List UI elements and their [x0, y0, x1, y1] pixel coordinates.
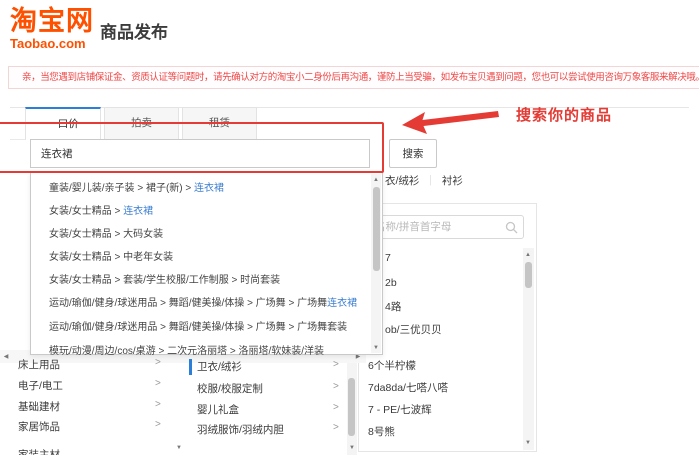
page-title: 商品发布: [100, 18, 168, 43]
taobao-logo[interactable]: 淘宝网 Taobao.com: [10, 8, 94, 50]
recent-category-link-1[interactable]: 衣/绒衫: [385, 175, 419, 187]
dropdown-scrollbar-thumb[interactable]: [373, 187, 380, 271]
tab-lease[interactable]: 租赁: [182, 107, 257, 140]
suggestion-highlight: 连衣裙: [327, 298, 357, 309]
chevron-right-icon: >: [155, 378, 161, 389]
scroll-down-icon[interactable]: ▼: [347, 443, 357, 453]
suggestion-item[interactable]: 女装/女士精品 > 连衣裙: [49, 202, 366, 217]
suggestion-path: 模玩/动漫/周边/cos/桌游 > 二次元洛丽塔 > 洛丽塔/软妹装/洋装: [49, 346, 324, 357]
chevron-right-icon: >: [333, 402, 339, 413]
suggestion-item[interactable]: 童装/婴儿装/亲子装 > 裙子(新) > 连衣裙: [49, 179, 366, 194]
product-publish-page: 淘宝网 Taobao.com 商品发布 亲，当您遇到店铺保证金、资质认证等问题时…: [0, 0, 699, 455]
taobao-logo-en: Taobao.com: [10, 37, 94, 50]
brand-list-item[interactable]: 4路: [385, 299, 401, 315]
category-item[interactable]: 家居饰品: [18, 418, 60, 436]
brand-list-item[interactable]: ob/三优贝贝: [385, 322, 442, 338]
tab-auction[interactable]: 拍卖: [104, 107, 179, 140]
scroll-down-icon[interactable]: ▼: [174, 443, 184, 453]
scroll-down-icon[interactable]: ▼: [371, 343, 381, 353]
category-item[interactable]: 电子/电工: [18, 377, 63, 395]
scroll-left-icon[interactable]: ◀: [1, 352, 11, 362]
category-item[interactable]: 床上用品: [18, 356, 60, 374]
scroll-down-icon[interactable]: ▼: [523, 438, 533, 448]
suggestion-item[interactable]: 运动/瑜伽/健身/球迷用品 > 舞蹈/健美操/体操 > 广场舞 > 广场舞套装: [49, 318, 366, 333]
suggestion-item[interactable]: 女装/女士精品 > 套装/学生校服/工作制服 > 时尚套装: [49, 271, 366, 286]
taobao-logo-cn: 淘宝网: [10, 8, 94, 35]
suggestion-item[interactable]: 模玩/动漫/周边/cos/桌游 > 二次元洛丽塔 > 洛丽塔/软妹装/洋装: [49, 342, 366, 357]
suggestion-highlight: 连衣裙: [123, 206, 153, 217]
category-item[interactable]: 婴儿礼盒: [197, 401, 239, 419]
category-col2-scrollbar-thumb[interactable]: [348, 378, 355, 436]
suggestion-item[interactable]: 运动/瑜伽/健身/球迷用品 > 舞蹈/健美操/体操 > 广场舞 > 广场舞连衣裙: [49, 294, 366, 309]
search-button[interactable]: 搜索: [389, 139, 437, 168]
suggestion-item[interactable]: 女装/女士精品 > 大码女装: [49, 225, 366, 240]
annotation-label: 搜索你的商品: [516, 104, 612, 125]
suggestion-path: 童装/婴儿装/亲子装 > 裙子(新) >: [49, 183, 194, 194]
brand-list-item[interactable]: 2b: [385, 275, 397, 291]
brand-search-input[interactable]: [366, 215, 524, 239]
search-suggestions-dropdown: 童装/婴儿装/亲子装 > 裙子(新) > 连衣裙 女装/女士精品 > 连衣裙 女…: [30, 172, 383, 355]
brand-list-item[interactable]: 6个半柠檬: [368, 358, 416, 374]
brand-panel-scrollbar-thumb[interactable]: [525, 262, 532, 288]
suggestion-item[interactable]: 女装/女士精品 > 中老年女装: [49, 248, 366, 263]
suggestion-highlight: 连衣裙: [194, 183, 224, 194]
chevron-right-icon: >: [155, 399, 161, 410]
product-search-input[interactable]: [30, 139, 370, 168]
brand-list-item[interactable]: 7: [385, 250, 391, 266]
category-item[interactable]: 基础建材: [18, 398, 60, 416]
brand-list-item[interactable]: 7 - PE/七波辉: [368, 402, 432, 418]
tab-fixed-price[interactable]: 一口价: [25, 107, 101, 140]
chevron-right-icon: >: [155, 419, 161, 430]
suggestion-path: 运动/瑜伽/健身/球迷用品 > 舞蹈/健美操/体操 > 广场舞 > 广场舞套装: [49, 322, 347, 333]
chevron-right-icon: >: [333, 359, 339, 370]
chevron-right-icon: >: [155, 357, 161, 368]
chevron-right-icon: >: [333, 422, 339, 433]
recent-category-separator: ｜: [419, 175, 442, 187]
warning-notice-text: 亲，当您遇到店铺保证金、资质认证等问题时，请先确认对方的淘宝小二身份后再沟通，谨…: [22, 72, 699, 83]
category-item-selected[interactable]: 卫衣/绒衫: [197, 358, 242, 376]
search-icon: [505, 221, 518, 234]
recent-category-link-2[interactable]: 衬衫: [442, 175, 463, 187]
suggestion-path: 女装/女士精品 > 套装/学生校服/工作制服 > 时尚套装: [49, 275, 280, 286]
suggestion-path: 运动/瑜伽/健身/球迷用品 > 舞蹈/健美操/体操 > 广场舞 > 广场舞: [49, 298, 327, 309]
category-item[interactable]: 校服/校服定制: [197, 380, 263, 398]
suggestion-path: 女装/女士精品 > 大码女装: [49, 229, 163, 240]
brand-list-item[interactable]: 8号熊: [368, 424, 395, 440]
category-item[interactable]: 家装主材: [18, 446, 60, 455]
chevron-right-icon: >: [333, 381, 339, 392]
suggestion-path: 女装/女士精品 > 中老年女装: [49, 252, 173, 263]
brand-list-item[interactable]: 7da8da/七嗒八嗒: [368, 380, 448, 396]
recent-categories: 衣/绒衫｜衬衫: [385, 173, 463, 188]
scroll-up-icon[interactable]: ▲: [523, 250, 533, 260]
scroll-up-icon[interactable]: ▲: [371, 175, 381, 185]
selected-category-accent: [189, 359, 192, 375]
suggestion-path: 女装/女士精品 >: [49, 206, 123, 217]
category-item[interactable]: 羽绒服饰/羽绒内胆: [197, 421, 284, 439]
warning-notice-bar: 亲，当您遇到店铺保证金、资质认证等问题时，请先确认对方的淘宝小二身份后再沟通，谨…: [8, 66, 699, 89]
annotation-arrow-icon: [396, 103, 506, 137]
